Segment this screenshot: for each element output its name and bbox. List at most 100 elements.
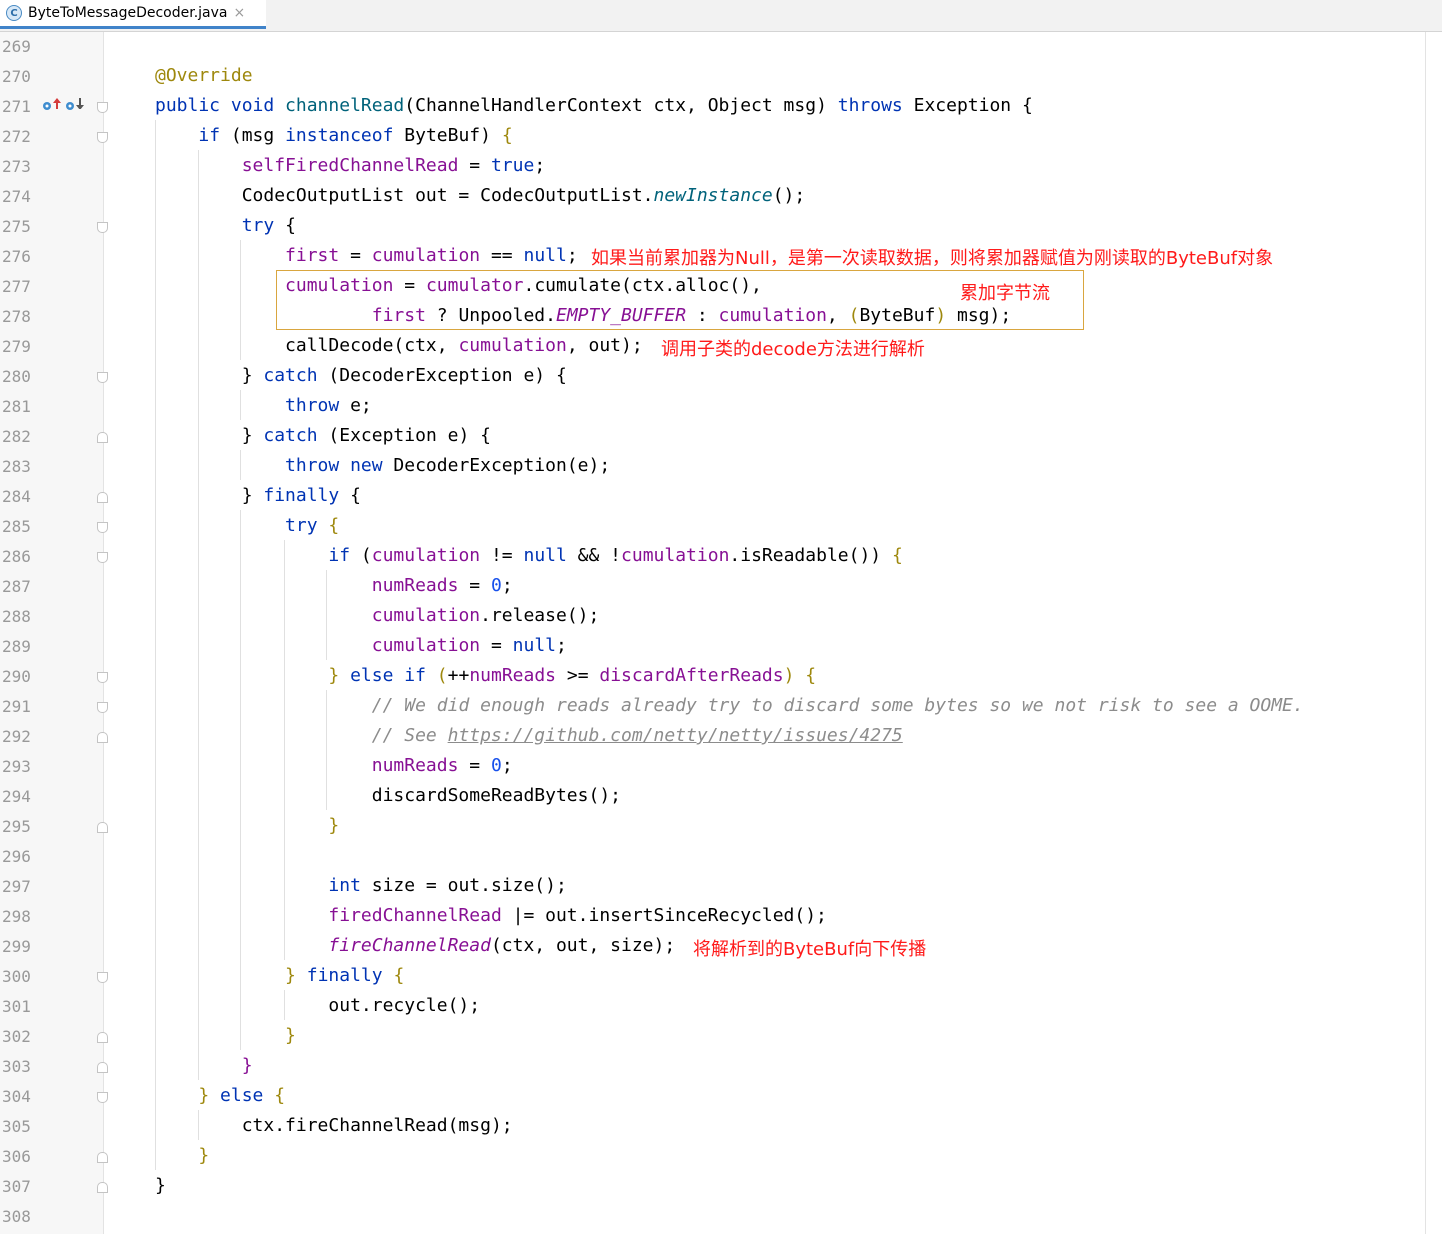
line-number[interactable]: 283: [2, 459, 42, 475]
fold-open-icon[interactable]: [97, 672, 108, 683]
fold-open-icon[interactable]: [97, 972, 108, 983]
code-line-285: try {: [285, 515, 340, 536]
java-class-icon: C: [6, 5, 22, 21]
line-number[interactable]: 271: [2, 99, 42, 115]
line-number[interactable]: 303: [2, 1059, 42, 1075]
fold-close-icon[interactable]: [97, 1032, 108, 1043]
annotation: @Override: [155, 65, 253, 86]
code-line-301: out.recycle();: [155, 995, 481, 1016]
fold-close-icon[interactable]: [97, 492, 108, 503]
line-307: 307: [0, 1172, 1442, 1202]
code-line-273: selfFiredChannelRead = true;: [241, 155, 546, 176]
line-number[interactable]: 286: [2, 549, 42, 565]
code-line-281: throw e;: [285, 395, 372, 416]
line-number[interactable]: 270: [2, 69, 42, 85]
code-line-271: public void channelRead(ChannelHandlerCo…: [155, 95, 1033, 116]
code-line-270: @Override: [155, 66, 253, 86]
line-number[interactable]: 275: [2, 219, 42, 235]
code-line-305: ctx.fireChannelRead(msg);: [155, 1115, 513, 1136]
line-number[interactable]: 302: [2, 1029, 42, 1045]
fold-close-icon[interactable]: [97, 1182, 108, 1193]
code-line-286: if (cumulation != null && !cumulation.is…: [328, 545, 903, 566]
annotation-cumulate: 累加字节流: [960, 283, 1050, 304]
code-line-283: throw new DecoderException(e);: [285, 455, 611, 476]
line-number[interactable]: 278: [2, 309, 42, 325]
line-number[interactable]: 277: [2, 279, 42, 295]
line-number[interactable]: 300: [2, 969, 42, 985]
line-number[interactable]: 274: [2, 189, 42, 205]
line-number[interactable]: 308: [2, 1209, 42, 1225]
line-number[interactable]: 269: [2, 39, 42, 55]
line-number[interactable]: 304: [2, 1089, 42, 1105]
fold-open-icon[interactable]: [97, 552, 108, 563]
code-line-274: CodecOutputList out = CodecOutputList.ne…: [155, 185, 806, 206]
code-line-292: // See https://github.com/netty/netty/is…: [155, 726, 903, 746]
line-number[interactable]: 273: [2, 159, 42, 175]
code-line-277: cumulation = cumulator.cumulate(ctx.allo…: [285, 275, 762, 296]
code-line-287: numReads = 0;: [371, 575, 513, 596]
fold-open-icon[interactable]: [97, 102, 108, 113]
fold-close-icon[interactable]: [97, 732, 108, 743]
line-number[interactable]: 292: [2, 729, 42, 745]
line-number[interactable]: 276: [2, 249, 42, 265]
code-line-272: if (msg instanceof ByteBuf) {: [198, 125, 513, 146]
line-number[interactable]: 284: [2, 489, 42, 505]
code-line-299: fireChannelRead(ctx, out, size);: [328, 935, 676, 956]
fold-open-icon[interactable]: [97, 372, 108, 383]
line-number[interactable]: 291: [2, 699, 42, 715]
line-number[interactable]: 282: [2, 429, 42, 445]
line-number[interactable]: 290: [2, 669, 42, 685]
code-line-282: } catch (Exception e) {: [155, 425, 491, 446]
line-number[interactable]: 306: [2, 1149, 42, 1165]
code-comment: // See https://github.com/netty/netty/is…: [371, 725, 903, 746]
fold-open-icon[interactable]: [97, 1092, 108, 1103]
code-line-289: cumulation = null;: [371, 635, 567, 656]
line-number[interactable]: 301: [2, 999, 42, 1015]
line-number[interactable]: 279: [2, 339, 42, 355]
line-number[interactable]: 295: [2, 819, 42, 835]
line-number[interactable]: 289: [2, 639, 42, 655]
line-number[interactable]: 307: [2, 1179, 42, 1195]
fold-open-icon[interactable]: [97, 132, 108, 143]
code-line-275: try {: [241, 215, 296, 236]
code-line-306: }: [198, 1145, 210, 1166]
code-line-280: } catch (DecoderException e) {: [155, 365, 567, 386]
line-number[interactable]: 294: [2, 789, 42, 805]
fold-close-icon[interactable]: [97, 1062, 108, 1073]
fold-open-icon[interactable]: [97, 522, 108, 533]
line-number[interactable]: 288: [2, 609, 42, 625]
close-icon[interactable]: ×: [234, 5, 246, 21]
line-308: 308: [0, 1202, 1442, 1232]
editor-tab-bar: C ByteToMessageDecoder.java ×: [0, 0, 1442, 32]
code-line-294: discardSomeReadBytes();: [155, 785, 621, 806]
line-number[interactable]: 287: [2, 579, 42, 595]
fold-open-icon[interactable]: [97, 222, 108, 233]
line-number[interactable]: 280: [2, 369, 42, 385]
code-line-284: } finally {: [155, 485, 361, 506]
code-line-293: numReads = 0;: [371, 755, 513, 776]
line-number[interactable]: 296: [2, 849, 42, 865]
code-line-298: firedChannelRead |= out.insertSinceRecyc…: [328, 905, 827, 926]
code-line-279: callDecode(ctx, cumulation, out);: [155, 335, 643, 356]
line-number[interactable]: 293: [2, 759, 42, 775]
line-number[interactable]: 281: [2, 399, 42, 415]
fold-close-icon[interactable]: [97, 432, 108, 443]
code-line-302: }: [285, 1025, 296, 1046]
fold-close-icon[interactable]: [97, 822, 108, 833]
issue-link[interactable]: https://github.com/netty/netty/issues/42…: [448, 725, 903, 746]
code-line-276: first = cumulation == null;: [285, 245, 578, 266]
code-line-300: } finally {: [285, 965, 405, 986]
line-number[interactable]: 285: [2, 519, 42, 535]
code-line-304: } else {: [198, 1085, 286, 1106]
line-306: 306: [0, 1142, 1442, 1172]
line-number[interactable]: 305: [2, 1119, 42, 1135]
code-line-288: cumulation.release();: [371, 605, 600, 626]
tab-filename: ByteToMessageDecoder.java: [28, 5, 228, 21]
fold-close-icon[interactable]: [97, 1152, 108, 1163]
line-number[interactable]: 298: [2, 909, 42, 925]
line-number[interactable]: 272: [2, 129, 42, 145]
line-number[interactable]: 297: [2, 879, 42, 895]
fold-open-icon[interactable]: [97, 702, 108, 713]
editor-tab[interactable]: C ByteToMessageDecoder.java ×: [0, 0, 266, 29]
line-number[interactable]: 299: [2, 939, 42, 955]
